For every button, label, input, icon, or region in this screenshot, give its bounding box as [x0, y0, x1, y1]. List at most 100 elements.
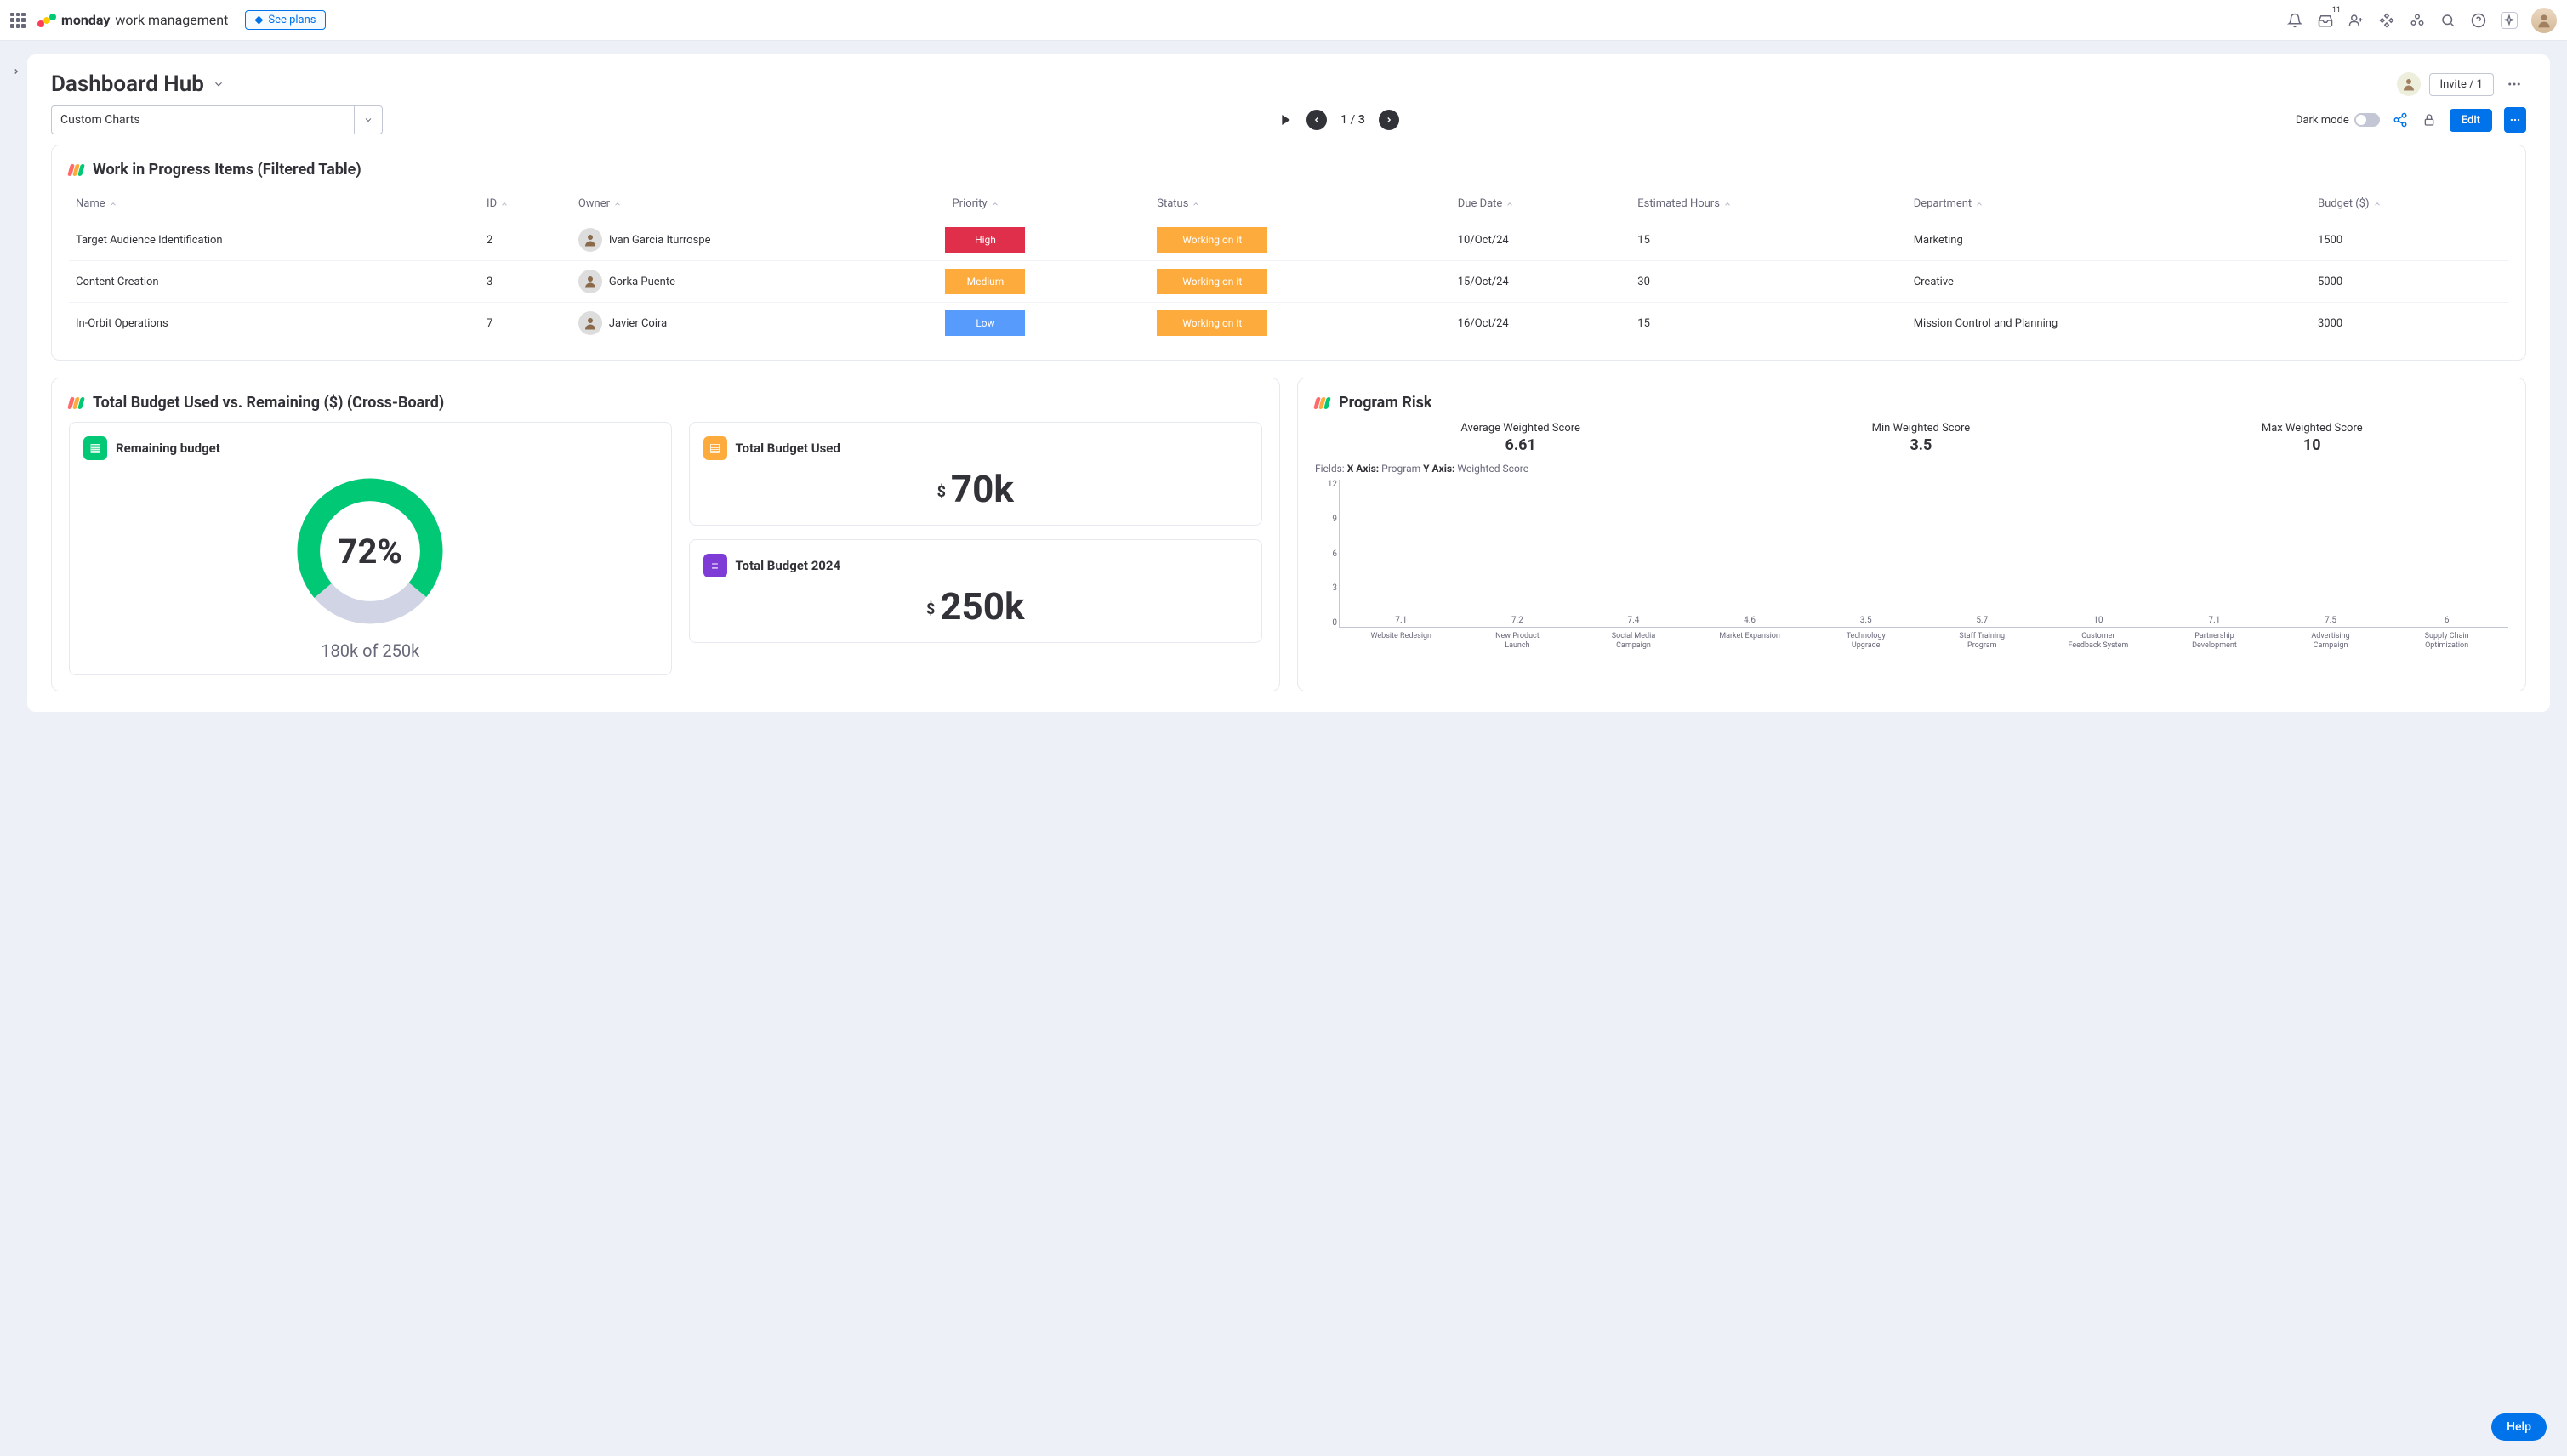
bar-label: Advertising Campaign — [2300, 627, 2361, 651]
budget-total-panel: ≡ Total Budget 2024 $250k — [689, 539, 1263, 643]
cell-id: 7 — [480, 303, 572, 344]
bar-value: 10 — [2093, 616, 2103, 625]
bar-7[interactable]: 7.1Partnership Development — [2194, 616, 2234, 627]
table-row[interactable]: In-Orbit Operations7Javier CoiraLowWorki… — [69, 303, 2508, 344]
owner-avatar — [578, 311, 602, 335]
play-icon[interactable] — [1279, 113, 1293, 127]
bar-label: Technology Upgrade — [1836, 627, 1897, 651]
search-icon[interactable] — [2439, 12, 2456, 29]
bar-5[interactable]: 5.7Staff Training Program — [1961, 616, 2002, 627]
card-logo-icon — [69, 397, 86, 409]
cell-id: 2 — [480, 219, 572, 261]
cell-budget: 3000 — [2311, 303, 2508, 344]
total-value: 250k — [940, 584, 1024, 628]
avg-label: Average Weighted Score — [1460, 422, 1580, 435]
col-owner[interactable]: Owner — [572, 189, 946, 219]
cell-status: Working on it — [1150, 261, 1450, 303]
col-due[interactable]: Due Date — [1451, 189, 1631, 219]
bar-label: New Product Launch — [1487, 627, 1548, 651]
col-budget[interactable]: Budget ($) — [2311, 189, 2508, 219]
more-actions-button[interactable] — [2504, 107, 2526, 133]
wip-card: Work in Progress Items (Filtered Table) … — [51, 145, 2526, 361]
bar-4[interactable]: 3.5Technology Upgrade — [1846, 616, 1887, 627]
brand-name: monday — [61, 12, 110, 28]
help-button[interactable]: Help — [2491, 1413, 2547, 1441]
used-label: Total Budget Used — [736, 441, 840, 456]
card-logo-icon — [1315, 397, 1332, 409]
avg-value: 6.61 — [1460, 436, 1580, 454]
prev-page-button[interactable] — [1306, 110, 1327, 130]
bar-3[interactable]: 4.6Market Expansion — [1729, 616, 1770, 627]
bell-icon[interactable] — [2286, 12, 2303, 29]
apps-grid-icon[interactable] — [10, 13, 26, 28]
cell-status: Working on it — [1150, 219, 1450, 261]
bar-1[interactable]: 7.2New Product Launch — [1497, 616, 1538, 627]
col-est[interactable]: Estimated Hours — [1631, 189, 1906, 219]
more-options-icon[interactable] — [2502, 72, 2526, 96]
risk-title: Program Risk — [1339, 394, 1432, 412]
logo[interactable]: monday work management — [36, 10, 228, 31]
bar-value: 4.6 — [1744, 616, 1756, 625]
cell-priority: Low — [945, 303, 1150, 344]
invite-button[interactable]: Invite / 1 — [2429, 73, 2494, 96]
bar-label: Staff Training Program — [1951, 627, 2012, 651]
owner-avatar — [578, 270, 602, 293]
extensions-icon[interactable] — [2409, 12, 2426, 29]
bar-6[interactable]: 10Customer Feedback System — [2078, 616, 2119, 627]
cell-priority: Medium — [945, 261, 1150, 303]
col-name[interactable]: Name — [69, 189, 480, 219]
dark-mode-toggle[interactable] — [2354, 113, 2380, 127]
share-icon[interactable] — [2392, 111, 2409, 128]
invite-icon[interactable] — [2348, 12, 2365, 29]
user-avatar[interactable] — [2531, 8, 2557, 33]
chevron-down-icon — [354, 106, 373, 134]
cell-est: 15 — [1631, 303, 1906, 344]
bar-label: Partnership Development — [2183, 627, 2245, 651]
donut-sub: 180k of 250k — [321, 640, 419, 661]
min-label: Min Weighted Score — [1872, 422, 1971, 435]
bar-0[interactable]: 7.1Website Redesign — [1380, 616, 1421, 627]
donut-chart: 72% — [289, 470, 451, 632]
bar-2[interactable]: 7.4Social Media Campaign — [1613, 616, 1653, 627]
bar-value: 3.5 — [1860, 616, 1872, 625]
expand-sidebar-icon[interactable] — [9, 56, 24, 87]
remaining-budget-panel: ▦ Remaining budget 72% 180k of 250k — [69, 422, 672, 675]
table-row[interactable]: Content Creation3Gorka PuenteMediumWorki… — [69, 261, 2508, 303]
bar-8[interactable]: 7.5Advertising Campaign — [2310, 616, 2351, 627]
remaining-label: Remaining budget — [116, 441, 220, 456]
table-row[interactable]: Target Audience Identification2Ivan Garc… — [69, 219, 2508, 261]
col-status[interactable]: Status — [1150, 189, 1450, 219]
inbox-icon[interactable]: 11 — [2317, 12, 2334, 29]
bar-9[interactable]: 6Supply Chain Optimization — [2427, 616, 2467, 627]
budget-title: Total Budget Used vs. Remaining ($) (Cro… — [93, 394, 444, 412]
list-icon: ≡ — [703, 554, 727, 577]
bar-label: Social Media Campaign — [1602, 627, 1664, 651]
bar-label: Market Expansion — [1719, 627, 1780, 641]
view-selector[interactable]: Custom Charts — [51, 105, 383, 134]
cell-id: 3 — [480, 261, 572, 303]
cell-name: Content Creation — [69, 261, 480, 303]
col-priority[interactable]: Priority — [945, 189, 1150, 219]
chevron-down-icon[interactable] — [213, 78, 225, 90]
next-page-button[interactable] — [1379, 110, 1399, 130]
see-plans-label: See plans — [268, 14, 316, 26]
col-dept[interactable]: Department — [1907, 189, 2311, 219]
dark-mode-label: Dark mode — [2296, 114, 2349, 127]
apps-marketplace-icon[interactable] — [2378, 12, 2395, 29]
ai-icon[interactable] — [2501, 12, 2518, 29]
calculator-icon: ▦ — [83, 436, 107, 460]
col-id[interactable]: ID — [480, 189, 572, 219]
cell-due: 10/Oct/24 — [1451, 219, 1631, 261]
viewer-avatar[interactable] — [2397, 72, 2421, 96]
edit-button[interactable]: Edit — [2450, 109, 2492, 132]
help-icon[interactable] — [2470, 12, 2487, 29]
lock-icon[interactable] — [2421, 111, 2438, 128]
bar-value: 7.1 — [1395, 616, 1407, 625]
cell-est: 15 — [1631, 219, 1906, 261]
bar-label: Supply Chain Optimization — [2416, 627, 2478, 651]
cell-priority: High — [945, 219, 1150, 261]
fields-note: Fields: X Axis: Program Y Axis: Weighted… — [1315, 463, 2508, 475]
see-plans-button[interactable]: ◆ See plans — [245, 10, 325, 30]
brand-sub: work management — [115, 12, 228, 28]
page-title: Dashboard Hub — [51, 71, 204, 97]
